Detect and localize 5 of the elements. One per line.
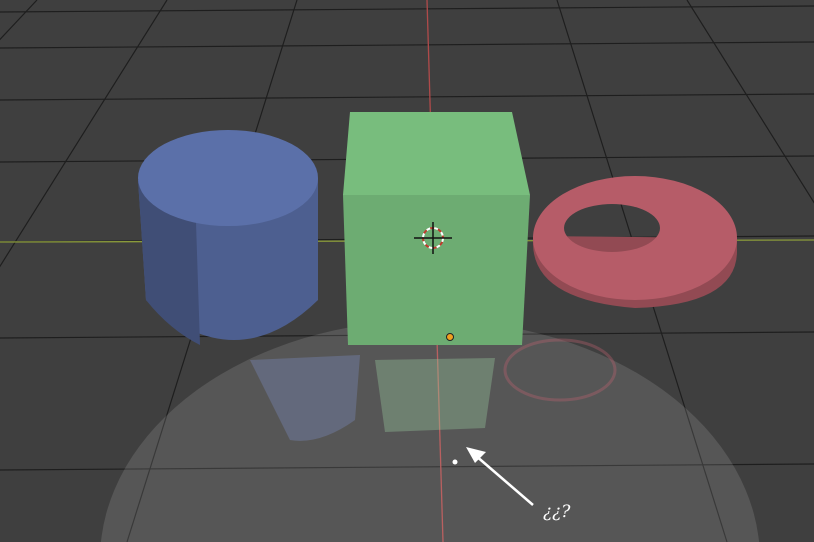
arrow xyxy=(466,447,534,506)
dot-marker xyxy=(452,460,458,464)
origin-dot xyxy=(446,333,454,341)
annotation-text: ¿¿? xyxy=(543,502,570,522)
crosshair-cursor-icon xyxy=(414,222,452,254)
